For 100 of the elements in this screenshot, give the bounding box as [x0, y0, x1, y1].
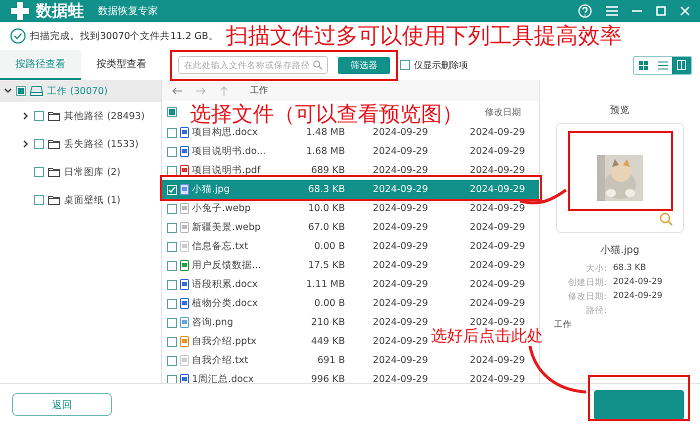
file-name: 1周汇总.docx	[192, 373, 255, 383]
tree-item[interactable]: 日常图库 (2)	[0, 158, 161, 186]
file-name: 植物分类.docx	[192, 297, 259, 310]
file-name: 项目说明书.pdf	[192, 164, 262, 177]
created-date: 2024-09-29	[372, 184, 428, 195]
checkbox[interactable]	[167, 374, 177, 383]
zoom-icon[interactable]	[659, 212, 673, 226]
file-icon	[180, 317, 189, 328]
file-icon	[180, 222, 189, 233]
checkbox[interactable]	[34, 139, 44, 149]
checkbox[interactable]	[34, 195, 44, 205]
drive-icon	[30, 86, 43, 96]
grid-icon	[639, 60, 648, 70]
created-date: 2024-09-29	[372, 203, 428, 214]
detail-value: 68.3 KB	[613, 263, 648, 275]
up-arrow-icon[interactable]	[220, 86, 228, 96]
file-name: 语段积累.docx	[192, 278, 259, 291]
annotation-text: 扫描文件过多可以使用下列工具提高效率	[226, 26, 622, 48]
search-field[interactable]: 在此处输入文件名称或保存路径	[178, 56, 328, 74]
file-name: 信息备忘.txt	[192, 240, 250, 253]
checkbox[interactable]	[34, 167, 44, 177]
checkbox[interactable]	[167, 146, 177, 156]
annotation-text: 选择文件（可以查看预览图）	[190, 104, 463, 125]
checkbox[interactable]	[167, 204, 177, 214]
file-name: 咨询.png	[192, 316, 234, 329]
checkbox[interactable]	[16, 86, 26, 96]
tree-item-label: 工作 (30070)	[47, 84, 108, 98]
created-date: 2024-09-29	[372, 355, 428, 366]
file-icon	[180, 203, 189, 214]
scan-status: 扫描完成。找到30070个文件共11.2 GB。	[30, 30, 218, 42]
search-icon	[312, 60, 322, 70]
checkbox[interactable]	[167, 166, 177, 176]
file-icon	[180, 241, 189, 252]
detail-value: 2024-09-29	[613, 291, 664, 303]
back-button[interactable]: 返回	[12, 393, 112, 416]
close-icon[interactable]	[680, 6, 690, 16]
file-size: 17.5 KB	[307, 260, 345, 271]
filter-button[interactable]: 筛选器	[338, 56, 390, 74]
chevron-right-icon[interactable]	[22, 140, 30, 148]
file-name: 自我介绍.pptx	[192, 335, 258, 348]
maximize-icon[interactable]	[656, 6, 666, 16]
checkbox[interactable]	[167, 356, 177, 366]
modified-date: 2024-09-29	[468, 203, 525, 214]
file-icon	[180, 184, 189, 195]
file-name: 小兔子.webp	[192, 202, 252, 215]
file-size: 1.48 MB	[305, 127, 345, 138]
modified-date: 2024-09-29	[468, 279, 525, 290]
back-arrow-icon[interactable]	[172, 86, 182, 94]
modified-date: 2024-09-29	[470, 317, 525, 328]
tree-item[interactable]: 丢失路径 (1533)	[0, 130, 161, 158]
checkbox[interactable]	[167, 336, 177, 346]
view-mode-button[interactable]	[672, 56, 691, 74]
created-date: 2024-09-29	[372, 279, 428, 290]
checkbox-label: 仅显示删除项	[414, 60, 468, 72]
forward-arrow-icon[interactable]	[196, 86, 206, 94]
tree-item-label: 桌面壁纸 (1)	[64, 194, 120, 206]
checkbox[interactable]	[167, 242, 177, 252]
file-name: 自我介绍.txt	[192, 354, 250, 367]
menu-icon[interactable]	[606, 6, 618, 16]
tree-item-label: 丢失路径 (1533)	[64, 138, 139, 150]
tree-item[interactable]: 桌面壁纸 (1)	[0, 186, 161, 214]
file-icon	[180, 165, 189, 176]
checkbox[interactable]	[167, 318, 177, 328]
checkbox[interactable]	[167, 298, 177, 308]
checkbox[interactable]	[167, 222, 177, 232]
file-size: 68.3 KB	[307, 184, 345, 195]
file-name: 小猫.jpg	[192, 183, 231, 196]
modified-date: 2024-09-29	[468, 184, 525, 195]
checkbox[interactable]	[167, 260, 177, 270]
column-header[interactable]: 修改日期	[485, 106, 521, 118]
file-row[interactable]: 小猫.jpg 68.3 KB 2024-09-29 2024-09-29	[162, 180, 539, 199]
checkbox[interactable]	[167, 128, 177, 138]
help-icon[interactable]	[578, 4, 592, 18]
modified-date: 2024-09-29	[468, 298, 525, 309]
modified-date: 2024-09-29	[468, 355, 525, 366]
checkbox[interactable]	[34, 111, 44, 121]
file-size: 67.0 KB	[307, 222, 345, 233]
folder-icon	[48, 195, 60, 205]
file-size: 996 KB	[310, 374, 345, 383]
logo-icon	[10, 1, 30, 21]
minimize-icon[interactable]	[632, 10, 642, 12]
file-size: 449 KB	[310, 336, 345, 347]
chevron-down-icon[interactable]	[4, 87, 12, 95]
checkbox[interactable]	[167, 107, 177, 117]
chevron-right-icon[interactable]	[22, 112, 30, 120]
view-tab[interactable]: 按类型查看	[81, 50, 162, 80]
file-size: 1.11 MB	[305, 279, 345, 290]
tree-item[interactable]: 其他路径 (28493)	[0, 102, 161, 130]
checkbox[interactable]	[400, 60, 410, 70]
created-date: 2024-09-29	[372, 317, 428, 328]
folder-icon	[48, 167, 60, 177]
file-icon	[180, 279, 189, 290]
file-name: 项目构思.docx	[192, 126, 259, 139]
detail-label: 路径:	[585, 305, 607, 317]
created-date: 2024-09-29	[372, 241, 428, 252]
list-icon	[658, 60, 668, 70]
checkbox[interactable]	[167, 280, 177, 290]
file-size: 0.00 B	[313, 298, 345, 309]
file-icon	[180, 260, 189, 271]
tree-item-label: 日常图库 (2)	[64, 166, 120, 178]
